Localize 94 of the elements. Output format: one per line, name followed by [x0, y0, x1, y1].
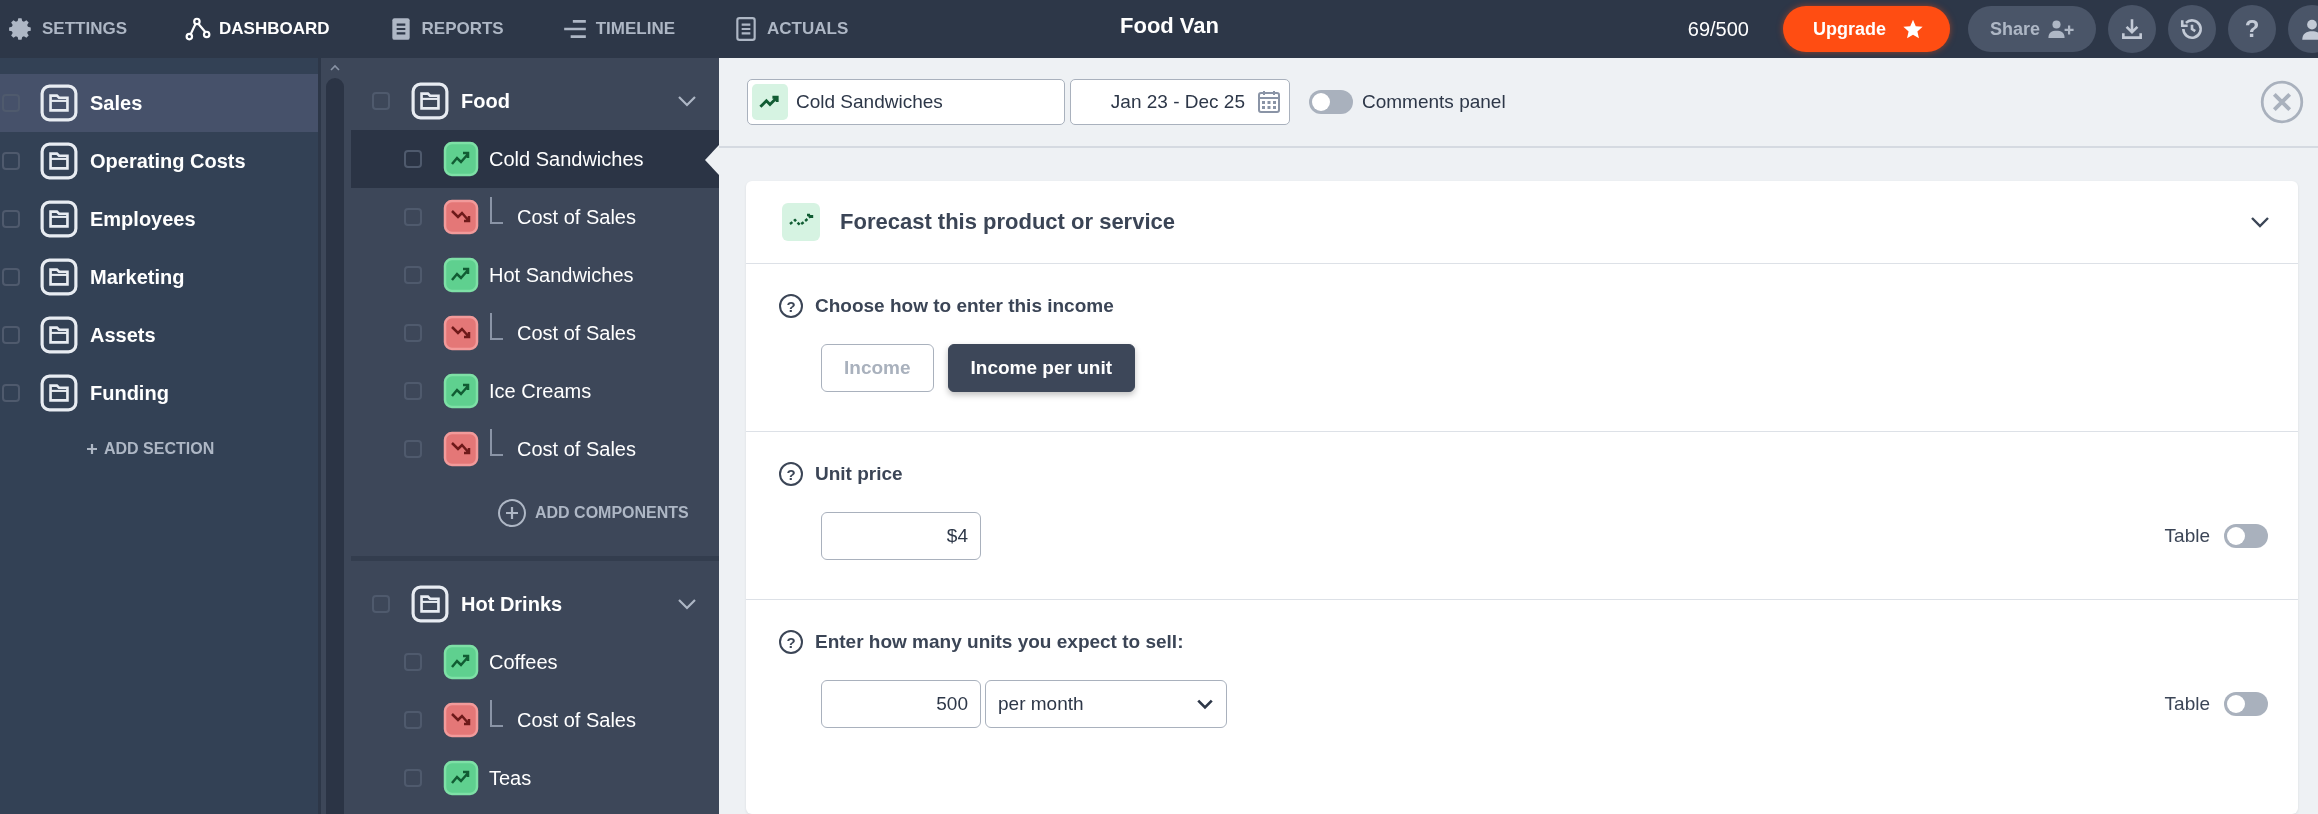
calendar-icon	[1257, 90, 1281, 114]
history-icon	[2179, 16, 2205, 42]
section-item[interactable]: Marketing	[0, 248, 318, 306]
trend-up-icon	[752, 84, 788, 120]
checkbox[interactable]	[2, 326, 20, 344]
component-item[interactable]: Cold Sandwiches	[351, 130, 719, 188]
component-item[interactable]: Coffees	[351, 633, 719, 691]
add-components-link[interactable]: ADD COMPONENTS	[497, 498, 689, 528]
component-item[interactable]: Cost of Sales	[351, 420, 719, 478]
help-hint[interactable]: ?	[779, 294, 803, 318]
tree-connector	[489, 197, 505, 227]
toggle-switch[interactable]	[2224, 692, 2268, 716]
add-user-icon	[2048, 20, 2074, 38]
usage-count: 69/500	[1687, 17, 1749, 41]
component-item[interactable]: Cost of Sales	[351, 304, 719, 362]
tree-connector	[489, 429, 505, 459]
date-range-field[interactable]: Jan 23 - Dec 25	[1070, 79, 1290, 125]
question-label: Choose how to enter this income	[815, 295, 1114, 317]
component-item[interactable]: Cost of Sales	[351, 691, 719, 749]
option-button[interactable]: Income per unit	[947, 344, 1135, 392]
download-button[interactable]	[2108, 5, 2156, 53]
history-button[interactable]	[2168, 5, 2216, 53]
plus-icon	[86, 443, 98, 455]
folder-icon	[40, 84, 78, 122]
toggle-switch[interactable]	[2224, 524, 2268, 548]
folder-icon	[40, 258, 78, 296]
component-selector[interactable]: Cold Sandwiches	[747, 79, 1065, 125]
table-label: Table	[2164, 693, 2210, 715]
star-icon	[1901, 18, 1924, 40]
checkbox[interactable]	[404, 150, 422, 168]
section-item[interactable]: Employees	[0, 190, 318, 248]
nav-tab[interactable]: SETTINGS	[8, 16, 127, 42]
trend-up-icon	[443, 644, 479, 680]
gear-icon	[8, 16, 34, 42]
checkbox[interactable]	[2, 384, 20, 402]
nav-tab[interactable]: DASHBOARD	[185, 16, 330, 42]
section-item[interactable]: Assets	[0, 306, 318, 364]
trend-up-icon	[443, 373, 479, 409]
component-item[interactable]: Ice Creams	[351, 362, 719, 420]
tree-connector	[489, 700, 505, 730]
close-icon[interactable]	[2260, 80, 2304, 124]
trend-icon	[782, 203, 820, 241]
price-input[interactable]: $4	[821, 512, 981, 560]
toggle-switch[interactable]	[1309, 90, 1353, 114]
period-select[interactable]: per month	[985, 680, 1227, 728]
section-item[interactable]: Operating Costs	[0, 132, 318, 190]
tree-connector	[489, 313, 505, 343]
caret-icon	[1196, 698, 1214, 710]
comments-label: Comments panel	[1362, 91, 1506, 113]
checkbox[interactable]	[2, 268, 20, 286]
card-title: Forecast this product or service	[840, 209, 1176, 235]
help-hint[interactable]: ?	[779, 630, 803, 654]
nodes-icon	[185, 16, 211, 42]
trend-down-icon	[443, 199, 479, 235]
scrollbar[interactable]	[318, 58, 351, 814]
chevron-icon[interactable]	[677, 95, 697, 107]
trend-down-icon	[443, 431, 479, 467]
checkbox[interactable]	[2, 152, 20, 170]
add-section-link[interactable]: ADD SECTION	[86, 440, 215, 458]
trend-down-icon	[443, 702, 479, 738]
group-header[interactable]: Hot Drinks	[351, 575, 719, 633]
share-button[interactable]: Share	[1967, 6, 2096, 52]
group-header[interactable]: Food	[351, 72, 719, 130]
folder-icon	[411, 82, 449, 120]
plus-circle-icon	[497, 498, 527, 528]
folder-icon	[40, 316, 78, 354]
folder-icon	[40, 374, 78, 412]
trend-up-icon	[443, 257, 479, 293]
question-label: Enter how many units you expect to sell:	[815, 631, 1184, 653]
question-label: Unit price	[815, 463, 903, 485]
nav-tab[interactable]: TIMELINE	[561, 16, 676, 42]
table-label: Table	[2164, 525, 2210, 547]
chevron-icon[interactable]	[2250, 216, 2270, 228]
nav-tab[interactable]: ACTUALS	[733, 16, 849, 42]
folder-icon	[40, 142, 78, 180]
download-icon	[2119, 16, 2145, 42]
component-item[interactable]: Hot Sandwiches	[351, 246, 719, 304]
folder-icon	[411, 585, 449, 623]
trend-up-icon	[443, 760, 479, 796]
section-item[interactable]: Sales	[0, 74, 318, 132]
trend-up-icon	[443, 141, 479, 177]
help-button[interactable]: ?	[2228, 5, 2276, 53]
checkbox[interactable]	[2, 210, 20, 228]
component-item[interactable]: Teas	[351, 749, 719, 807]
section-item[interactable]: Funding	[0, 364, 318, 422]
units-input[interactable]: 500	[821, 680, 981, 728]
chevron-icon[interactable]	[677, 598, 697, 610]
help-hint[interactable]: ?	[779, 462, 803, 486]
document-title: Food Van	[1120, 13, 1219, 39]
component-item[interactable]: Cost of Sales	[351, 188, 719, 246]
scroll-up-icon[interactable]	[329, 64, 341, 72]
nav-tab[interactable]: REPORTS	[387, 16, 504, 42]
trend-down-icon	[443, 315, 479, 351]
folder-icon	[40, 200, 78, 238]
